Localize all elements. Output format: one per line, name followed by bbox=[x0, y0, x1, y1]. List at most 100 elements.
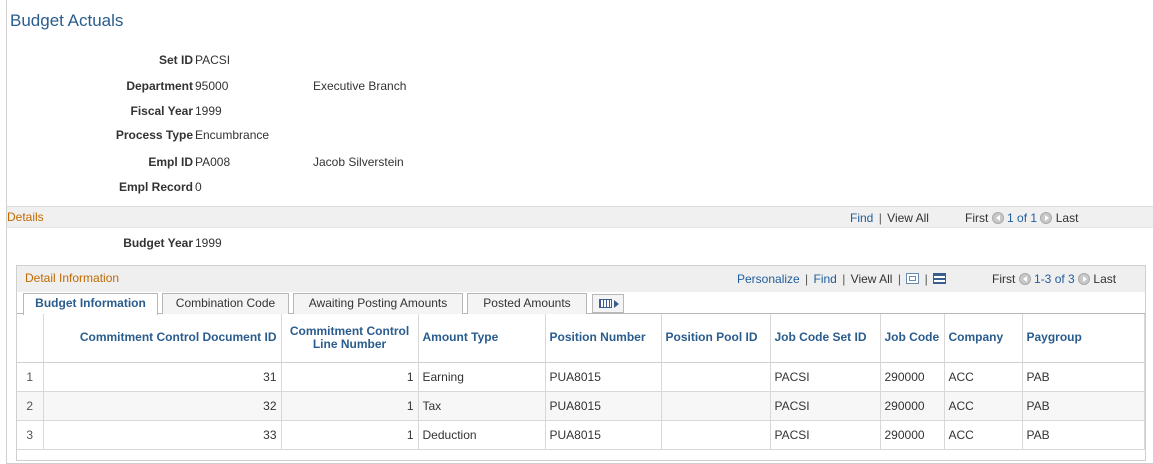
cell-paygroup: PAB bbox=[1022, 420, 1145, 450]
grid-view-all-link[interactable]: View All bbox=[851, 272, 893, 286]
field-value-setid: PACSI bbox=[195, 53, 231, 67]
cell-paygroup: PAB bbox=[1022, 362, 1145, 392]
page-title: Budget Actuals bbox=[10, 11, 124, 30]
field-label: Process Type bbox=[115, 128, 193, 142]
row-number: 1 bbox=[17, 362, 44, 392]
cell-company: ACC bbox=[944, 391, 1023, 421]
cell-doc-id: 33 bbox=[43, 420, 282, 450]
field-value-department: 95000 bbox=[195, 79, 229, 93]
row-number: 3 bbox=[17, 420, 44, 450]
field-value-emplid: PA008 bbox=[195, 155, 231, 169]
field-budget-year: Budget Year bbox=[0, 236, 193, 252]
details-view-all-link[interactable]: View All bbox=[887, 211, 929, 225]
download-grid-icon[interactable] bbox=[933, 273, 947, 284]
tab-posted-amounts[interactable]: Posted Amounts bbox=[467, 293, 587, 314]
grid-find-link[interactable]: Find bbox=[814, 272, 837, 286]
separator: | bbox=[878, 211, 882, 225]
cell-amount-type: Earning bbox=[418, 362, 546, 392]
row-number: 2 bbox=[17, 391, 44, 421]
cell-position-number: PUA8015 bbox=[545, 420, 662, 450]
details-section-bar: Details Find | View All First 1 of 1 Las… bbox=[7, 206, 1153, 228]
cell-job-code: 290000 bbox=[880, 420, 945, 450]
cell-position-pool-id bbox=[661, 420, 771, 450]
field-desc-emplid: Jacob Silverstein bbox=[313, 155, 404, 169]
cell-paygroup: PAB bbox=[1022, 391, 1145, 421]
separator: | bbox=[805, 272, 809, 286]
field-value-budget-year: 1999 bbox=[195, 236, 222, 250]
field-desc-department: Executive Branch bbox=[313, 79, 407, 93]
show-all-columns-icon[interactable] bbox=[592, 294, 624, 313]
field-label: Empl Record bbox=[118, 180, 193, 194]
cell-position-pool-id bbox=[661, 391, 771, 421]
field-department: Department bbox=[0, 79, 193, 95]
details-last[interactable]: Last bbox=[1056, 211, 1079, 225]
tab-budget-information[interactable]: Budget Information bbox=[23, 293, 158, 315]
field-process-type: Process Type bbox=[0, 128, 193, 144]
cell-position-number: PUA8015 bbox=[545, 391, 662, 421]
arrow-right-icon[interactable] bbox=[1040, 212, 1053, 224]
tab-bar: Budget Information Combination Code Awai… bbox=[17, 292, 1145, 315]
cell-job-code: 290000 bbox=[880, 362, 945, 392]
field-label: Empl ID bbox=[148, 155, 193, 169]
arrow-left-icon[interactable] bbox=[991, 212, 1004, 224]
cell-job-code-setid: PACSI bbox=[770, 362, 881, 392]
details-first[interactable]: First bbox=[965, 211, 988, 225]
grid-pager-count: 1-3 of 3 bbox=[1034, 272, 1075, 286]
col-header-position-number[interactable]: Position Number bbox=[545, 314, 662, 363]
field-label: Fiscal Year bbox=[130, 104, 194, 118]
cell-position-pool-id bbox=[661, 362, 771, 392]
col-header-paygroup[interactable]: Paygroup bbox=[1022, 314, 1145, 363]
col-header-doc-id[interactable]: Commitment Control Document ID bbox=[43, 314, 282, 363]
grid-nav: Personalize | Find | View All | | bbox=[737, 272, 947, 286]
col-header-amount-type[interactable]: Amount Type bbox=[418, 314, 546, 363]
details-pager-count: 1 of 1 bbox=[1007, 211, 1038, 225]
tab-combination-code[interactable]: Combination Code bbox=[162, 293, 289, 314]
field-value-fiscal-year: 1999 bbox=[195, 104, 222, 118]
cell-doc-id: 32 bbox=[43, 391, 282, 421]
cell-position-number: PUA8015 bbox=[545, 362, 662, 392]
cell-line-number: 1 bbox=[281, 362, 419, 392]
details-title: Details bbox=[7, 210, 44, 224]
table-row: 1 31 1 Earning PUA8015 PACSI 290000 ACC … bbox=[17, 362, 1145, 392]
details-nav: Find | View All bbox=[850, 211, 929, 225]
detail-information-grid: Detail Information Personalize | Find | … bbox=[16, 265, 1146, 461]
cell-job-code: 290000 bbox=[880, 391, 945, 421]
cell-job-code-setid: PACSI bbox=[770, 420, 881, 450]
col-header-job-code[interactable]: Job Code bbox=[880, 314, 945, 363]
field-setid: Set ID bbox=[0, 53, 193, 69]
grid-last[interactable]: Last bbox=[1093, 272, 1116, 286]
col-header-position-pool-id[interactable]: Position Pool ID bbox=[661, 314, 771, 363]
details-find-link[interactable]: Find bbox=[850, 211, 873, 225]
arrow-left-icon[interactable] bbox=[1018, 273, 1031, 285]
cell-company: ACC bbox=[944, 362, 1023, 392]
grid-pager: First 1-3 of 3 Last bbox=[992, 272, 1116, 286]
cell-line-number: 1 bbox=[281, 391, 419, 421]
separator: | bbox=[924, 272, 928, 286]
cell-line-number: 1 bbox=[281, 420, 419, 450]
tab-awaiting-posting-amounts[interactable]: Awaiting Posting Amounts bbox=[293, 293, 463, 314]
separator: | bbox=[842, 272, 846, 286]
field-emplid: Empl ID bbox=[0, 155, 193, 171]
details-pager: First 1 of 1 Last bbox=[965, 211, 1078, 225]
col-header-company[interactable]: Company bbox=[944, 314, 1023, 363]
field-fiscal-year: Fiscal Year bbox=[0, 104, 194, 120]
detail-info-title: Detail Information bbox=[25, 271, 120, 285]
field-label: Budget Year bbox=[123, 236, 193, 250]
separator: | bbox=[897, 272, 901, 286]
table-header-row: Commitment Control Document ID Commitmen… bbox=[17, 314, 1145, 363]
field-label: Set ID bbox=[158, 53, 193, 67]
col-header-line-number[interactable]: Commitment Control Line Number bbox=[281, 314, 419, 363]
table-row: 2 32 1 Tax PUA8015 PACSI 290000 ACC PAB bbox=[17, 391, 1145, 421]
cell-doc-id: 31 bbox=[43, 362, 282, 392]
personalize-link[interactable]: Personalize bbox=[737, 272, 800, 286]
field-label: Department bbox=[126, 79, 193, 93]
arrow-right-icon[interactable] bbox=[1078, 273, 1091, 285]
budget-info-table: Commitment Control Document ID Commitmen… bbox=[17, 314, 1145, 450]
zoom-grid-icon[interactable] bbox=[906, 273, 920, 284]
grid-first[interactable]: First bbox=[992, 272, 1015, 286]
field-value-empl-record: 0 bbox=[195, 180, 202, 194]
col-header-rownum bbox=[17, 314, 44, 363]
field-empl-record: Empl Record bbox=[0, 180, 193, 196]
col-header-job-code-setid[interactable]: Job Code Set ID bbox=[770, 314, 881, 363]
field-value-process-type: Encumbrance bbox=[195, 128, 270, 142]
